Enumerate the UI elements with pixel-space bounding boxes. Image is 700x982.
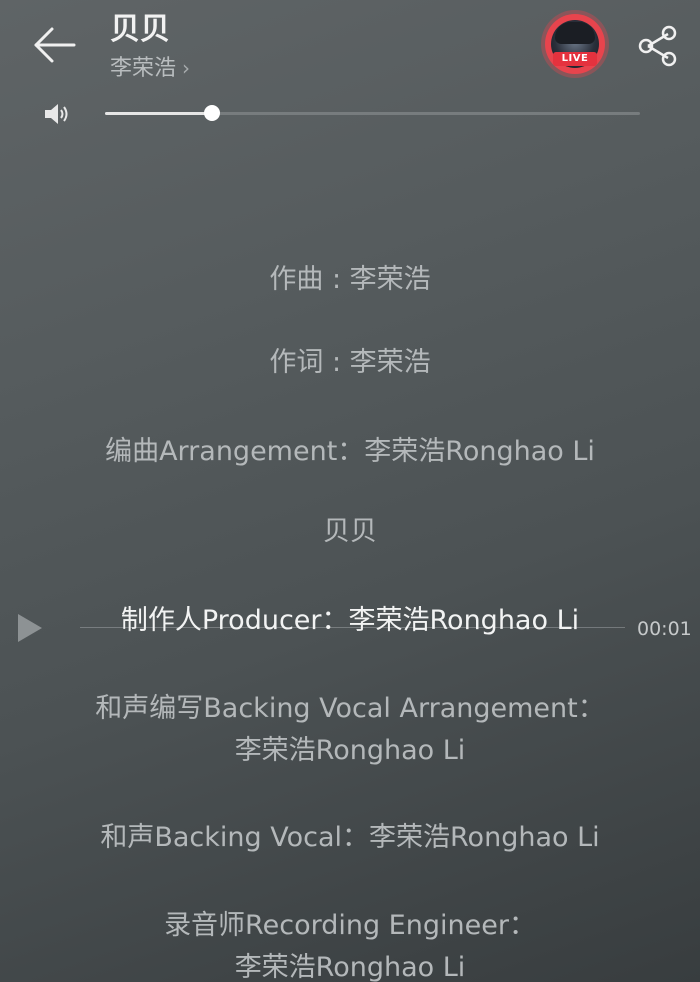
lyric-line: 编曲Arrangement：李荣浩Ronghao Li bbox=[105, 436, 595, 467]
volume-slider-fill bbox=[105, 112, 212, 115]
lyric-line: 李荣浩Ronghao Li bbox=[234, 952, 466, 982]
volume-button[interactable] bbox=[42, 100, 72, 128]
song-title: 贝贝 bbox=[110, 12, 170, 47]
lyric-line: 李荣浩Ronghao Li bbox=[234, 735, 466, 766]
lyric-line: 和声编写Backing Vocal Arrangement： bbox=[95, 693, 605, 724]
back-arrow-icon bbox=[34, 27, 76, 63]
back-button[interactable] bbox=[30, 22, 80, 68]
lyric-line: 录音师Recording Engineer： bbox=[164, 910, 536, 941]
live-badge: LIVE bbox=[553, 52, 597, 66]
volume-slider[interactable] bbox=[105, 105, 640, 121]
share-icon bbox=[638, 25, 677, 67]
lyric-line-current: 制作人Producer：李荣浩Ronghao Li bbox=[120, 605, 580, 636]
avatar-hair bbox=[555, 22, 595, 44]
volume-slider-thumb[interactable] bbox=[204, 105, 220, 121]
artist-name: 李荣浩 bbox=[110, 56, 177, 81]
speaker-icon bbox=[45, 104, 68, 124]
chevron-right-icon: › bbox=[182, 56, 191, 80]
lyric-line: 作曲 : 李荣浩 bbox=[269, 264, 431, 295]
lyric-line: 和声Backing Vocal：李荣浩Ronghao Li bbox=[100, 822, 600, 853]
lyric-line: 贝贝 bbox=[323, 516, 377, 547]
share-button[interactable] bbox=[636, 24, 680, 68]
live-avatar-button[interactable]: LIVE bbox=[545, 14, 605, 74]
artist-link[interactable]: 李荣浩 › bbox=[110, 53, 190, 84]
seek-time: 00:01 bbox=[637, 618, 692, 640]
lyric-line: 作词 : 李荣浩 bbox=[269, 347, 431, 378]
